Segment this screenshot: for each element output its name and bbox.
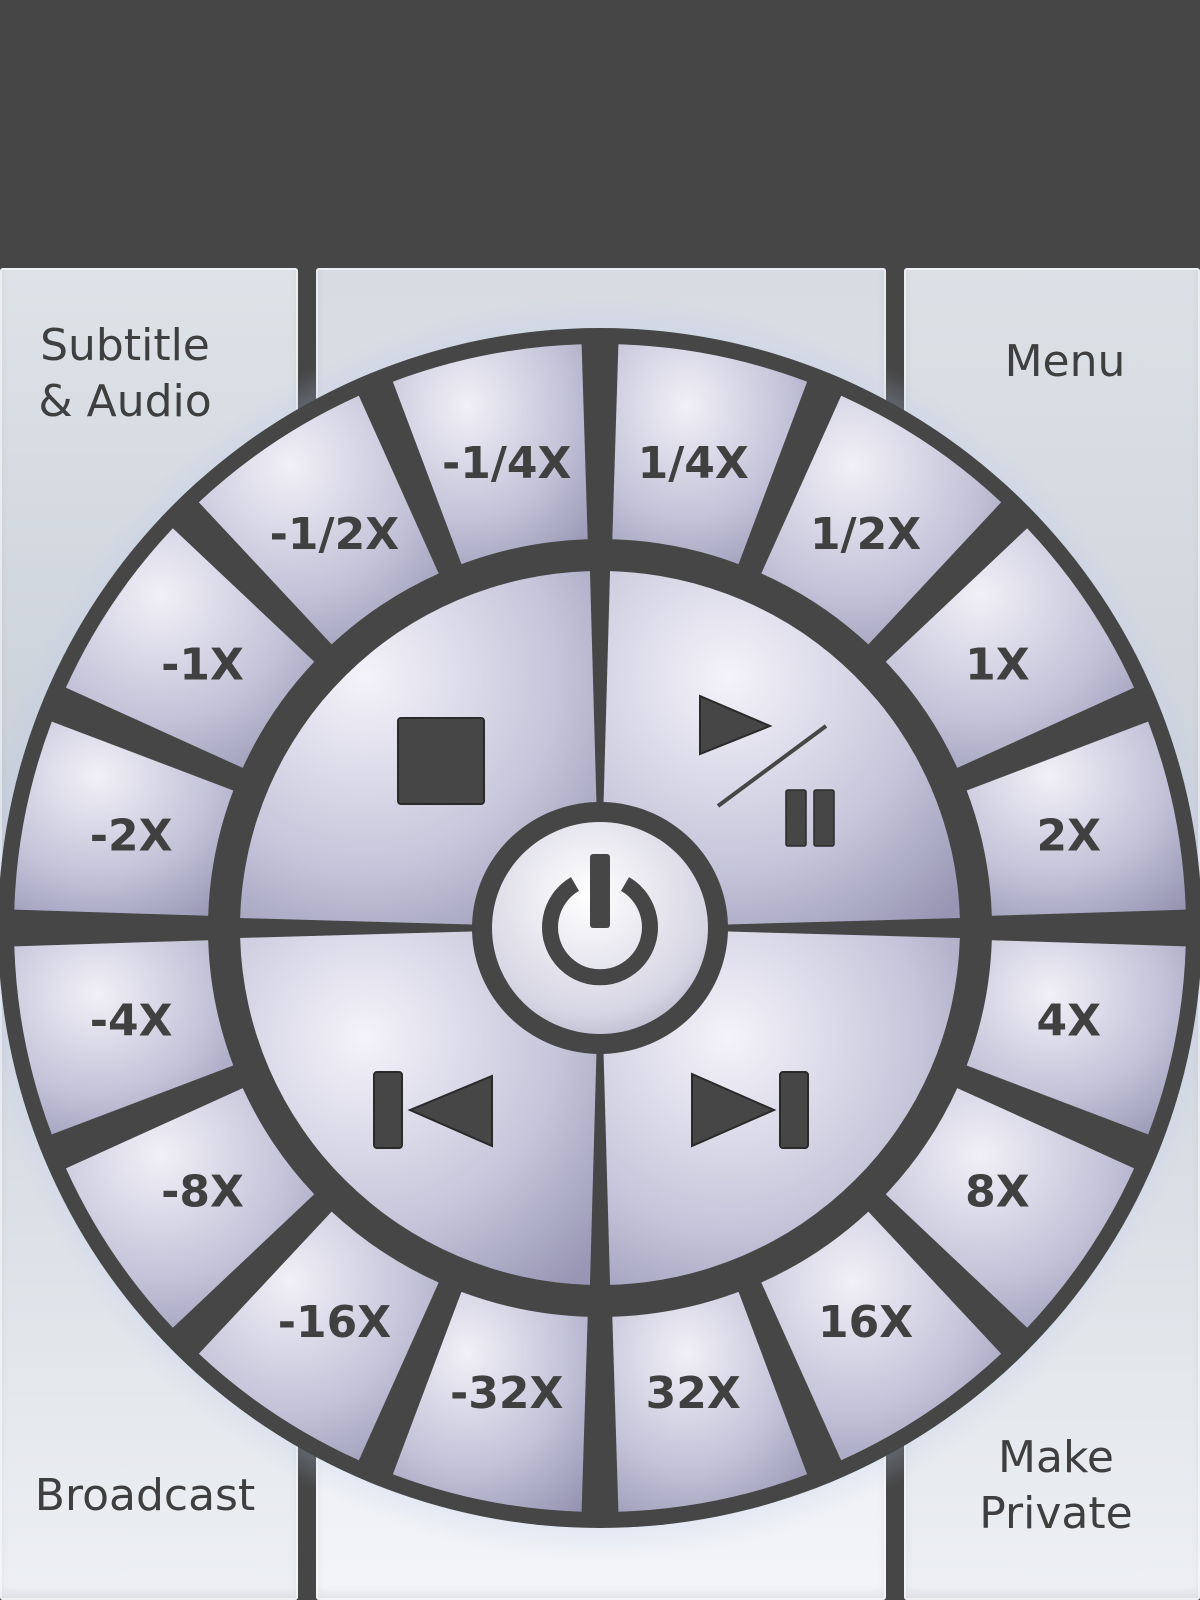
speed-label: -8X xyxy=(161,1166,244,1217)
playback-dial: 1/4X 1/2X 1X 2X 4X 8X 16X 32X -1/4X -1/2X -1X -2X -4… xyxy=(0,296,1200,1560)
speed-label: -4X xyxy=(90,995,173,1046)
stop-icon xyxy=(397,717,485,805)
speed-label: -32X xyxy=(450,1368,563,1419)
speed-label: 1/4X xyxy=(638,438,749,489)
speed-label: 16X xyxy=(818,1297,913,1348)
speed-label: 2X xyxy=(1037,811,1102,862)
speed-label: -1X xyxy=(161,640,244,691)
speed-label: 32X xyxy=(646,1368,741,1419)
speed-label: -1/4X xyxy=(442,438,572,489)
speed-label: 1X xyxy=(965,640,1030,691)
speed-label: 8X xyxy=(965,1166,1030,1217)
speed-label: 4X xyxy=(1037,995,1102,1046)
speed-label: -1/2X xyxy=(270,509,400,560)
speed-label: -16X xyxy=(278,1297,391,1348)
speed-label: 1/2X xyxy=(810,509,921,560)
speed-label: -2X xyxy=(90,811,173,862)
